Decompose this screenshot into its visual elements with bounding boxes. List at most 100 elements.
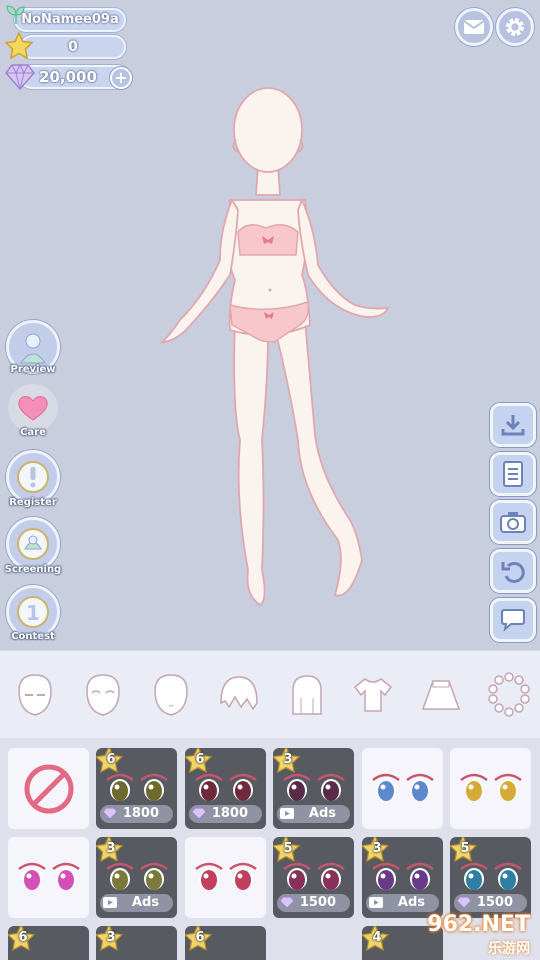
undo-button[interactable] bbox=[490, 549, 536, 593]
item-eyes-3[interactable]: 3 Ads bbox=[273, 748, 354, 829]
item-eyes-1[interactable]: 6 1800 bbox=[96, 748, 177, 829]
gem-icon bbox=[280, 896, 294, 909]
item-eyes-2[interactable]: 6 1800 bbox=[185, 748, 266, 829]
eyes-preview-icon bbox=[106, 862, 168, 890]
item-eyes-14[interactable]: 6 bbox=[185, 926, 266, 960]
video-ad-icon bbox=[103, 897, 117, 908]
undo-icon bbox=[501, 561, 525, 583]
screening-button[interactable] bbox=[6, 517, 60, 571]
level-number: 4 bbox=[372, 930, 382, 945]
doll-figure bbox=[159, 87, 390, 607]
item-eyes-7[interactable]: 3 Ads bbox=[96, 837, 177, 918]
level-number: 6 bbox=[195, 752, 205, 767]
necklace-icon bbox=[488, 672, 530, 717]
list-icon bbox=[503, 461, 523, 487]
hair-category-icon bbox=[292, 675, 322, 715]
eyes-preview-icon bbox=[283, 862, 345, 890]
item-eyes-12[interactable]: 6 bbox=[8, 926, 89, 960]
level-number: 5 bbox=[460, 841, 470, 856]
star-icon bbox=[4, 31, 34, 61]
watermark-sub: 乐游网 bbox=[488, 941, 530, 957]
eyes-preview-icon bbox=[18, 862, 80, 890]
screening-label: Screening bbox=[4, 564, 62, 575]
expression-category-icon bbox=[86, 674, 120, 716]
category-face-tab[interactable] bbox=[146, 669, 196, 721]
category-top-tab[interactable] bbox=[348, 669, 398, 721]
item-eyes-11[interactable]: 5 1500 bbox=[450, 837, 531, 918]
eyes-preview-icon bbox=[460, 773, 522, 801]
watermark-brand: 962.NET bbox=[427, 912, 530, 937]
speech-bubble-icon bbox=[501, 609, 525, 632]
bangs-category-icon bbox=[220, 676, 258, 711]
svg-text:1: 1 bbox=[26, 601, 40, 625]
skirt-icon bbox=[421, 680, 461, 710]
camera-icon bbox=[500, 512, 526, 533]
item-eyes-6[interactable] bbox=[8, 837, 89, 918]
gem-icon bbox=[192, 807, 206, 820]
level-number: 6 bbox=[18, 930, 28, 945]
eyes-preview-icon bbox=[195, 862, 257, 890]
price-value: 1800 bbox=[211, 806, 248, 821]
care-label: Care bbox=[20, 427, 46, 438]
category-skirt-tab[interactable] bbox=[416, 669, 466, 721]
settings-button[interactable] bbox=[496, 8, 534, 46]
face-category-icon bbox=[154, 674, 188, 716]
preview-icon bbox=[20, 333, 46, 364]
level-number: 3 bbox=[372, 841, 382, 856]
category-bangs-tab[interactable] bbox=[214, 669, 264, 721]
camera-button[interactable] bbox=[490, 500, 536, 544]
gem-icon bbox=[457, 896, 471, 909]
item-eyes-10[interactable]: 3 Ads bbox=[362, 837, 443, 918]
add-gems-button[interactable]: + bbox=[110, 67, 132, 89]
item-eyes-9[interactable]: 5 1500 bbox=[273, 837, 354, 918]
register-icon bbox=[17, 461, 49, 493]
envelope-icon bbox=[463, 20, 485, 34]
item-none[interactable] bbox=[8, 748, 89, 829]
preview-label: Preview bbox=[10, 364, 56, 375]
video-ad-icon bbox=[280, 808, 294, 819]
price-value: Ads bbox=[308, 806, 336, 821]
level-number: 6 bbox=[195, 930, 205, 945]
level-number: 6 bbox=[106, 752, 116, 767]
chat-button[interactable] bbox=[490, 598, 536, 642]
category-hair-tab[interactable] bbox=[282, 669, 332, 721]
level-number: 3 bbox=[106, 930, 116, 945]
download-button[interactable] bbox=[490, 403, 536, 447]
category-expression-tab[interactable] bbox=[78, 669, 128, 721]
register-button[interactable] bbox=[6, 450, 60, 504]
watermark: 962.NET 乐游网 bbox=[400, 910, 540, 960]
price-tag: Ads bbox=[100, 894, 173, 912]
eyes-preview-icon bbox=[195, 773, 257, 801]
category-necklace-tab[interactable] bbox=[484, 669, 534, 721]
mail-button[interactable] bbox=[455, 8, 493, 46]
prohibited-icon bbox=[24, 764, 74, 814]
item-eyes-8[interactable] bbox=[185, 837, 266, 918]
eyes-category-icon bbox=[18, 674, 52, 716]
player-name-pill[interactable]: NoNamee09a bbox=[14, 8, 126, 32]
contest-label: Contest bbox=[11, 631, 55, 642]
download-icon bbox=[501, 415, 525, 436]
care-button[interactable] bbox=[8, 384, 58, 432]
item-eyes-4[interactable] bbox=[362, 748, 443, 829]
video-ad-icon bbox=[369, 897, 383, 908]
list-button[interactable] bbox=[490, 452, 536, 496]
heart-icon bbox=[18, 396, 48, 421]
eyes-preview-icon bbox=[372, 862, 434, 890]
level-number: 3 bbox=[283, 752, 293, 767]
price-value: Ads bbox=[131, 895, 159, 910]
sprout-icon bbox=[4, 2, 28, 26]
price-tag: 1800 bbox=[189, 805, 262, 823]
stars-pill: 0 bbox=[20, 35, 126, 59]
item-eyes-5[interactable] bbox=[450, 748, 531, 829]
gear-icon bbox=[506, 18, 524, 36]
register-label: Register bbox=[9, 497, 57, 508]
category-eyes-tab[interactable] bbox=[10, 669, 60, 721]
price-tag: Ads bbox=[277, 805, 350, 823]
price-value: 1500 bbox=[299, 895, 336, 910]
eyes-preview-icon bbox=[372, 773, 434, 801]
price-value: 1500 bbox=[476, 895, 513, 910]
item-eyes-13[interactable]: 3 bbox=[96, 926, 177, 960]
price-tag: 1500 bbox=[277, 894, 350, 912]
price-value: Ads bbox=[397, 895, 425, 910]
shirt-icon bbox=[353, 678, 393, 712]
